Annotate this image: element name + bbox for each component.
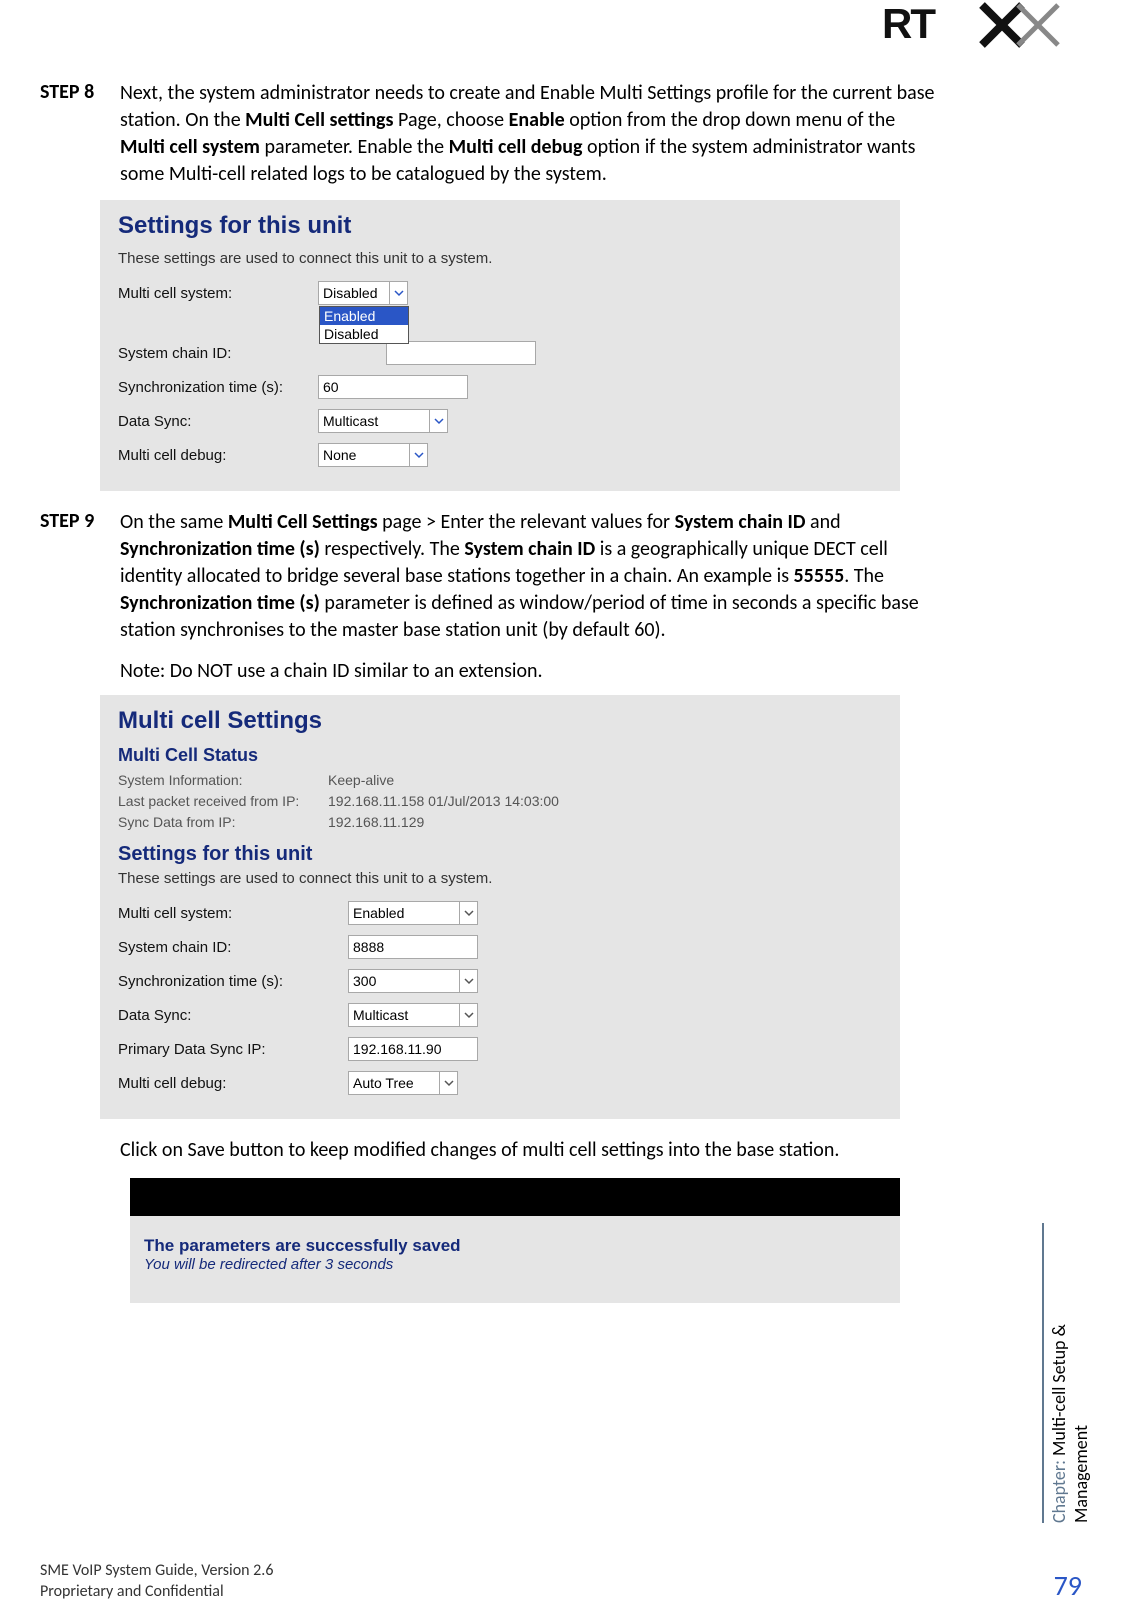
- panel2-settings-title: Settings for this unit: [118, 843, 882, 866]
- multi-cell-system-dropdown[interactable]: Enabled Disabled: [319, 306, 409, 344]
- panel2-desc: These settings are used to connect this …: [118, 870, 882, 887]
- system-chain-id-label: System chain ID:: [118, 345, 318, 362]
- settings-panel-1: Settings for this unit These settings ar…: [100, 200, 900, 491]
- dropdown-option-disabled[interactable]: Disabled: [320, 325, 408, 343]
- panel1-desc: These settings are used to connect this …: [118, 250, 882, 267]
- step8-text: Next, the system administrator needs to …: [120, 80, 940, 188]
- header-logo: RT: [882, 0, 1082, 55]
- p2-multi-cell-debug-select[interactable]: Auto Tree: [348, 1071, 458, 1095]
- multi-cell-debug-label: Multi cell debug:: [118, 447, 318, 464]
- sync-time-input[interactable]: 60: [318, 375, 468, 399]
- panel2-title: Multi cell Settings: [118, 707, 882, 735]
- p2-system-chain-id-value: 8888: [353, 939, 384, 955]
- p2-sync-time-label: Synchronization time (s):: [118, 973, 348, 990]
- chevron-down-icon: [389, 282, 407, 304]
- p2-data-sync-label: Data Sync:: [118, 1007, 348, 1024]
- chapter-side-label: Chapter: Multi-cell Setup & Management: [1042, 1223, 1092, 1523]
- chevron-down-icon: [459, 902, 477, 924]
- step8-label: STEP 8: [40, 80, 120, 104]
- save-redirect-message: You will be redirected after 3 seconds: [144, 1256, 886, 1273]
- status-sysinfo-label: System Information:: [118, 770, 328, 791]
- page-footer: SME VoIP System Guide, Version 2.6 Propr…: [40, 1561, 1082, 1603]
- dropdown-option-enabled[interactable]: Enabled: [320, 307, 408, 325]
- after-panel2-text: Click on Save button to keep modified ch…: [120, 1137, 940, 1164]
- p2-multi-cell-system-value: Enabled: [353, 905, 404, 921]
- footer-confidential: Proprietary and Confidential: [40, 1582, 273, 1603]
- sync-time-value: 60: [323, 379, 339, 395]
- multi-cell-system-value: Disabled: [323, 285, 377, 301]
- p2-primary-sync-ip-input[interactable]: 192.168.11.90: [348, 1037, 478, 1061]
- p2-data-sync-value: Multicast: [353, 1007, 408, 1023]
- p2-system-chain-id-label: System chain ID:: [118, 939, 348, 956]
- p2-primary-sync-ip-value: 192.168.11.90: [353, 1041, 442, 1057]
- rtx-logo-icon: RT: [882, 0, 1082, 50]
- save-success-message: The parameters are successfully saved: [144, 1236, 886, 1256]
- p2-sync-time-select[interactable]: 300: [348, 969, 478, 993]
- p2-multi-cell-debug-value: Auto Tree: [353, 1075, 414, 1091]
- chevron-down-icon: [409, 444, 427, 466]
- step9-note: Note: Do NOT use a chain ID similar to a…: [120, 658, 940, 685]
- save-panel-header-bar: [130, 1178, 900, 1216]
- multi-cell-system-select[interactable]: Disabled Enabled Disabled: [318, 281, 408, 305]
- step9-text: On the same Multi Cell Settings page > E…: [120, 509, 940, 644]
- panel1-title: Settings for this unit: [118, 212, 882, 240]
- status-lastpacket-value: 192.168.11.158 01/Jul/2013 14:03:00: [328, 791, 559, 812]
- data-sync-label: Data Sync:: [118, 413, 318, 430]
- sync-time-label: Synchronization time (s):: [118, 379, 318, 396]
- chevron-down-icon: [439, 1072, 457, 1094]
- multi-cell-system-label: Multi cell system:: [118, 285, 318, 302]
- status-syncdata-value: 192.168.11.129: [328, 812, 424, 833]
- chevron-down-icon: [459, 1004, 477, 1026]
- system-chain-id-input[interactable]: [386, 341, 536, 365]
- panel2-status-title: Multi Cell Status: [118, 745, 882, 766]
- status-sysinfo-value: Keep-alive: [328, 770, 394, 791]
- p2-multi-cell-system-label: Multi cell system:: [118, 905, 348, 922]
- p2-multi-cell-debug-label: Multi cell debug:: [118, 1075, 348, 1092]
- status-syncdata-label: Sync Data from IP:: [118, 812, 328, 833]
- data-sync-value: Multicast: [323, 413, 378, 429]
- data-sync-select[interactable]: Multicast: [318, 409, 448, 433]
- multi-cell-debug-select[interactable]: None: [318, 443, 428, 467]
- p2-system-chain-id-input[interactable]: 8888: [348, 935, 478, 959]
- multi-cell-settings-panel: Multi cell Settings Multi Cell Status Sy…: [100, 695, 900, 1119]
- chevron-down-icon: [429, 410, 447, 432]
- p2-sync-time-value: 300: [353, 973, 376, 989]
- footer-guide-title: SME VoIP System Guide, Version 2.6: [40, 1561, 273, 1582]
- svg-text:RT: RT: [882, 0, 936, 47]
- status-lastpacket-label: Last packet received from IP:: [118, 791, 328, 812]
- page-number: 79: [1054, 1568, 1082, 1603]
- save-confirmation-panel: The parameters are successfully saved Yo…: [130, 1178, 900, 1303]
- step9-label: STEP 9: [40, 509, 120, 533]
- multi-cell-debug-value: None: [323, 447, 356, 463]
- p2-data-sync-select[interactable]: Multicast: [348, 1003, 478, 1027]
- p2-multi-cell-system-select[interactable]: Enabled: [348, 901, 478, 925]
- p2-primary-sync-ip-label: Primary Data Sync IP:: [118, 1041, 348, 1058]
- chevron-down-icon: [459, 970, 477, 992]
